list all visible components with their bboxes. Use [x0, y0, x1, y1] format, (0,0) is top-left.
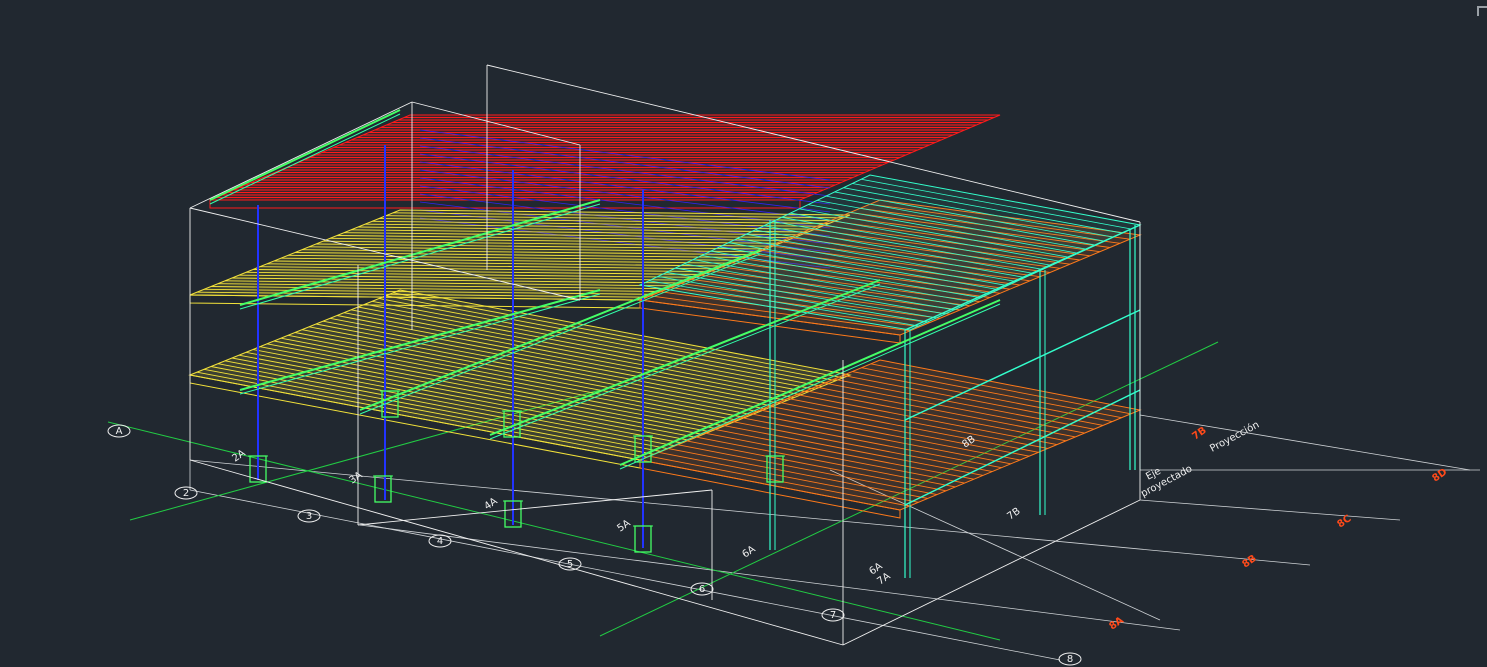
grid-axis-label: 6A [740, 544, 757, 561]
cad-viewport[interactable]: A 2 3 4 5 6 7 8 2A 3A 4A 5A 6A 6A 7A 7B 8B 7B 8D 8C 8B 8A Proy… [0, 0, 1487, 667]
grid-bubble-label: 4 [437, 536, 443, 547]
grid-axis-label-orange: 8D [1430, 467, 1449, 485]
grid-axis-label-orange: 7B [1190, 425, 1208, 442]
grid-axis-label: 2A [230, 448, 247, 465]
grid-axis-label-orange: 8A [1107, 615, 1126, 633]
grid-axis-label: 4A [482, 496, 499, 513]
grid-line [1139, 414, 1471, 471]
grid-axis-label: 5A [615, 518, 632, 535]
annotation-projected: proyectado [1139, 463, 1194, 499]
grid-bubble-label: 3 [306, 511, 312, 522]
bounding-box-edge [842, 499, 1141, 646]
grid-bubble-label: 5 [567, 559, 573, 570]
grid-axis-label-orange: 8B [1240, 553, 1258, 570]
grid-bubble-label: 2 [183, 488, 189, 499]
grid-bubble-label: 8 [1067, 654, 1073, 665]
annotation-projection: Proyección [1208, 419, 1261, 455]
grid-bubble-label: A [116, 426, 123, 437]
grid-bubble-label: 7 [830, 610, 836, 621]
grid-axis-label: 7B [1005, 506, 1022, 523]
bounding-box-edge [357, 489, 713, 526]
grid-bubble-label: 6 [699, 584, 705, 595]
viewcube-corner-icon[interactable] [1477, 6, 1487, 16]
wireframe-scene: A23456782A3A4A5A6A6A7A7B8B 7B8D8C8B8AProy… [107, 64, 1480, 666]
grid-line [1139, 499, 1401, 521]
